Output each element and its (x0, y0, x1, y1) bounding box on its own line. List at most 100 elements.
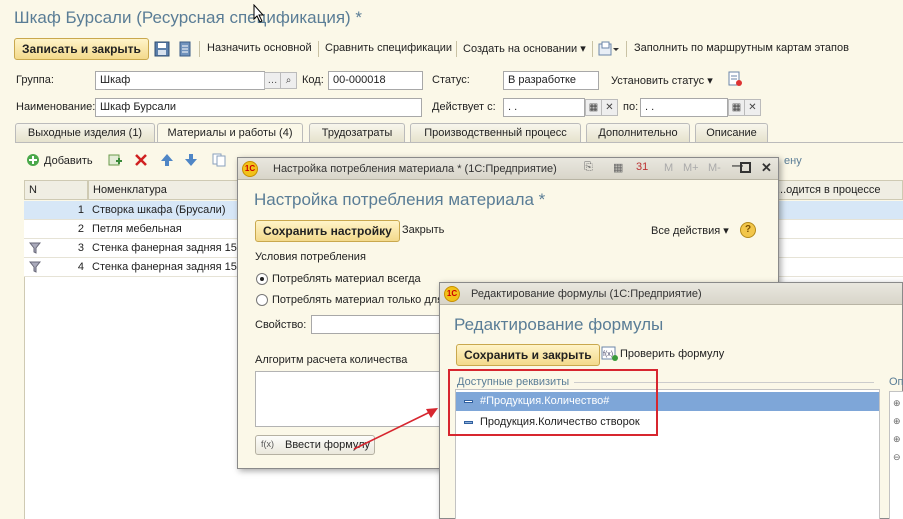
1c-logo-icon: 1С (444, 286, 460, 302)
clear-icon[interactable]: ✕ (601, 99, 618, 116)
valid-from-label: Действует с: (432, 101, 496, 113)
choose-button-icon[interactable]: … (264, 72, 281, 89)
expand-icon[interactable]: ⊕ (893, 416, 901, 427)
add-button[interactable]: Добавить (44, 155, 93, 167)
row-nomenclature: Стенка фанерная задняя 150 (92, 242, 238, 254)
radio-only-if-label: Потреблять материал только для (272, 294, 444, 306)
check-formula-button[interactable]: Проверить формулу (620, 348, 724, 360)
memory-mminus-icon[interactable]: M- (708, 162, 721, 174)
status-history-icon[interactable] (727, 71, 743, 87)
create-based-on-menu[interactable]: Создать на основании ▾ (463, 42, 586, 55)
post-document-icon[interactable] (178, 41, 192, 57)
tab-labor-costs[interactable]: Трудозатраты (309, 123, 405, 142)
row-nomenclature: Стенка фанерная задняя 150 (92, 261, 238, 273)
maximize-icon[interactable] (740, 162, 751, 173)
all-actions-menu[interactable]: Все действия ▾ (651, 224, 729, 237)
create-based-on-label: Создать на основании (463, 43, 578, 55)
expand-icon[interactable]: ⊕ (893, 398, 901, 409)
print-menu-icon[interactable] (598, 41, 620, 57)
add-icon[interactable] (26, 153, 40, 167)
copy-icon[interactable] (212, 153, 226, 167)
valid-to-field[interactable]: . . (640, 98, 728, 117)
column-header-n[interactable]: N (24, 180, 88, 200)
memory-m-icon[interactable]: M (664, 162, 673, 174)
row-number: 4 (77, 261, 84, 273)
save-and-close-button[interactable]: Сохранить и закрыть (456, 344, 600, 366)
status-field: В разработке (503, 71, 599, 90)
toolbar-separator (199, 41, 200, 57)
toolbar-separator (318, 41, 319, 57)
dialog-heading: Настройка потребления материала * (254, 190, 546, 209)
check-formula-icon[interactable]: f(x) (601, 346, 619, 362)
radio-only-if[interactable] (256, 294, 268, 306)
expand-icon[interactable]: ⊕ (893, 434, 901, 445)
tab-materials-and-works[interactable]: Материалы и работы (4) (157, 123, 303, 143)
tab-divider (15, 142, 903, 143)
toolbar-separator (456, 41, 457, 57)
bookmark-icon[interactable]: ⎘ (584, 161, 593, 174)
formula-icon: f(x) (261, 439, 274, 449)
dialog-window-title: Настройка потребления материала * (1С:Пр… (273, 163, 557, 175)
operators-tree-partial[interactable]: ⊕ ⊕ ⊕ ⊖ (889, 391, 903, 519)
calendar-icon[interactable]: 31 (636, 161, 648, 173)
row-number: 3 (77, 242, 84, 254)
code-field[interactable]: 00-000018 (328, 71, 423, 90)
tab-production-process[interactable]: Производственный процесс (410, 123, 581, 142)
row-nomenclature: Петля мебельная (92, 223, 182, 235)
move-up-icon[interactable] (160, 153, 174, 167)
column-header-process[interactable]: ...одится в процессе (772, 180, 903, 200)
tab-additional[interactable]: Дополнительно (586, 123, 690, 142)
help-icon[interactable]: ? (740, 222, 756, 238)
dialog-heading: Редактирование формулы (454, 315, 664, 334)
floppy-save-icon[interactable] (154, 41, 170, 57)
column-header-nomenclature[interactable]: Номенклатура (88, 180, 248, 200)
highlight-box (448, 369, 658, 436)
name-field[interactable]: Шкаф Бурсали (95, 98, 422, 117)
save-and-close-button[interactable]: Записать и закрыть (14, 38, 149, 60)
dropdown-arrow-icon: ▾ (723, 225, 729, 237)
mouse-cursor-icon (253, 4, 265, 23)
set-status-label: Установить статус (611, 75, 705, 87)
operators-label-partial: Оп (889, 376, 903, 388)
tab-output-products[interactable]: Выходные изделия (1) (15, 123, 155, 142)
move-down-icon[interactable] (184, 153, 198, 167)
radio-always[interactable] (256, 273, 268, 285)
status-label: Статус: (432, 74, 470, 86)
property-field[interactable] (311, 315, 441, 334)
copy-add-icon[interactable] (108, 153, 124, 167)
name-label: Наименование: (16, 101, 96, 113)
group-field[interactable]: Шкаф (95, 71, 265, 90)
calendar-icon[interactable]: ▦ (728, 99, 745, 116)
fill-by-route-cards-button[interactable]: Заполнить по маршрутным картам этапов (634, 42, 849, 54)
compare-specifications-button[interactable]: Сравнить спецификации (325, 42, 452, 54)
page-title: Шкаф Бурсали (Ресурсная спецификация) * (14, 8, 363, 27)
row-number: 2 (77, 223, 84, 235)
close-icon[interactable]: ✕ (761, 160, 772, 176)
toolbar-separator (592, 41, 593, 57)
group-label: Группа: (16, 74, 54, 86)
memory-mplus-icon[interactable]: M+ (683, 162, 699, 174)
tab-description[interactable]: Описание (695, 123, 768, 142)
all-actions-label: Все действия (651, 225, 721, 237)
more-menu-partial[interactable]: ену (784, 155, 802, 167)
row-number: 1 (77, 204, 84, 216)
collapse-icon[interactable]: ⊖ (893, 452, 901, 463)
code-label: Код: (302, 74, 324, 86)
to-label: по: (623, 101, 639, 113)
property-label: Свойство: (255, 319, 307, 331)
close-button[interactable]: Закрыть (402, 224, 444, 236)
clear-icon[interactable]: ✕ (744, 99, 761, 116)
search-icon[interactable]: ⌕ (280, 72, 297, 89)
dialog-window-title: Редактирование формулы (1С:Предприятие) (471, 288, 702, 300)
delete-icon[interactable] (134, 153, 148, 167)
set-main-button[interactable]: Назначить основной (207, 42, 312, 54)
algorithm-label: Алгоритм расчета количества (255, 354, 408, 366)
annotation-arrow (353, 408, 438, 450)
save-settings-button[interactable]: Сохранить настройку (255, 220, 400, 242)
set-status-menu[interactable]: Установить статус ▾ (611, 74, 713, 87)
dialog-titlebar: 1С Редактирование формулы (1С:Предприяти… (440, 283, 902, 305)
1c-logo-icon: 1С (242, 161, 258, 177)
valid-from-field[interactable]: . . (503, 98, 585, 117)
calendar-icon[interactable]: ▦ (585, 99, 602, 116)
calculator-icon[interactable]: ▦ (613, 161, 623, 174)
